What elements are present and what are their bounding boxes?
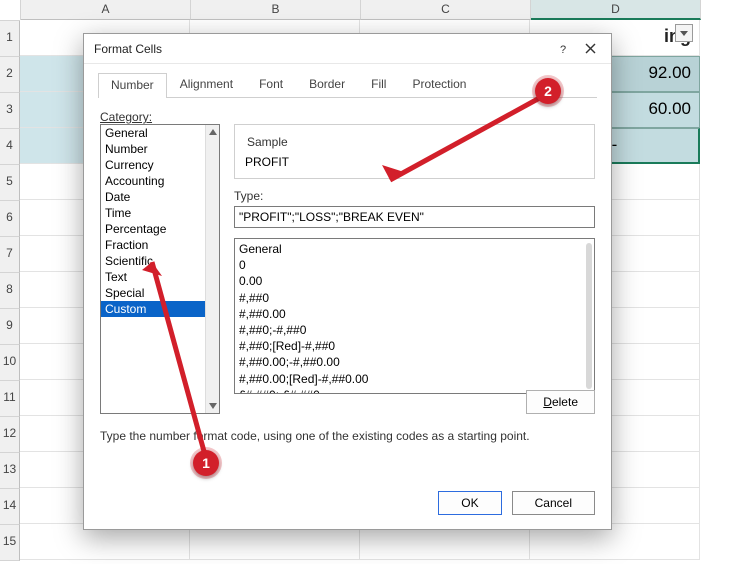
- chevron-down-icon: [208, 401, 218, 411]
- format-item[interactable]: General: [239, 241, 590, 257]
- titlebar[interactable]: Format Cells ?: [84, 34, 611, 64]
- category-item[interactable]: Scientific: [101, 253, 205, 269]
- format-item[interactable]: #,##0.00;[Red]-#,##0.00: [239, 371, 590, 387]
- format-item[interactable]: #,##0: [239, 290, 590, 306]
- tab-protection[interactable]: Protection: [399, 72, 479, 97]
- sample-group: Sample PROFIT: [234, 124, 595, 179]
- col-header-d[interactable]: D: [531, 0, 701, 20]
- row-header[interactable]: 5: [0, 165, 20, 201]
- category-item[interactable]: Special: [101, 285, 205, 301]
- close-icon: [585, 43, 596, 54]
- row-header[interactable]: 15: [0, 525, 20, 561]
- help-button[interactable]: ?: [551, 38, 577, 60]
- row-headers: 1 2 3 4 5 6 7 8 9 10 11 12 13 14 15: [0, 20, 20, 564]
- row-header[interactable]: 1: [0, 21, 20, 57]
- sample-value: PROFIT: [243, 152, 586, 170]
- col-header-b[interactable]: B: [191, 0, 361, 20]
- ok-button[interactable]: OK: [438, 491, 501, 515]
- format-item[interactable]: #,##0.00: [239, 306, 590, 322]
- tab-bar: Number Alignment Font Border Fill Protec…: [84, 64, 611, 97]
- category-item[interactable]: Number: [101, 141, 205, 157]
- tab-font[interactable]: Font: [246, 72, 296, 97]
- category-item[interactable]: Currency: [101, 157, 205, 173]
- row-header[interactable]: 11: [0, 381, 20, 417]
- help-icon: ?: [558, 43, 570, 55]
- format-cells-dialog: Format Cells ? Number Alignment Font Bor…: [83, 33, 612, 530]
- format-item[interactable]: 0: [239, 257, 590, 273]
- category-list[interactable]: General Number Currency Accounting Date …: [100, 124, 220, 414]
- delete-button[interactable]: Delete: [526, 390, 595, 414]
- category-item-custom[interactable]: Custom: [101, 301, 205, 317]
- tab-number[interactable]: Number: [98, 73, 167, 98]
- sample-label: Sample: [243, 135, 292, 149]
- dialog-title: Format Cells: [94, 42, 162, 56]
- row-header[interactable]: 2: [0, 57, 20, 93]
- annotation-callout-1: 1: [193, 450, 219, 476]
- tab-border[interactable]: Border: [296, 72, 358, 97]
- format-item[interactable]: #,##0.00;-#,##0.00: [239, 354, 590, 370]
- chevron-up-icon: [208, 127, 218, 137]
- tab-alignment[interactable]: Alignment: [167, 72, 246, 97]
- category-label: Category:: [100, 110, 595, 124]
- category-item[interactable]: Date: [101, 189, 205, 205]
- format-code-list[interactable]: General 0 0.00 #,##0 #,##0.00 #,##0;-#,#…: [234, 238, 595, 394]
- format-item[interactable]: #,##0;[Red]-#,##0: [239, 338, 590, 354]
- category-item[interactable]: Fraction: [101, 237, 205, 253]
- annotation-callout-2: 2: [535, 78, 561, 104]
- close-button[interactable]: [577, 38, 603, 60]
- row-header[interactable]: 6: [0, 201, 20, 237]
- row-header[interactable]: 14: [0, 489, 20, 525]
- chevron-down-icon: [679, 28, 689, 38]
- svg-text:?: ?: [560, 44, 566, 55]
- tab-fill[interactable]: Fill: [358, 72, 399, 97]
- category-item[interactable]: Text: [101, 269, 205, 285]
- scrollbar-thumb[interactable]: [586, 243, 592, 389]
- row-header[interactable]: 7: [0, 237, 20, 273]
- row-header[interactable]: 9: [0, 309, 20, 345]
- row-header[interactable]: 13: [0, 453, 20, 489]
- category-item[interactable]: General: [101, 125, 205, 141]
- row-header[interactable]: 8: [0, 273, 20, 309]
- cancel-button[interactable]: Cancel: [512, 491, 595, 515]
- type-label: Type:: [234, 189, 595, 203]
- format-item[interactable]: 0.00: [239, 273, 590, 289]
- scrollbar[interactable]: [205, 125, 219, 413]
- format-item[interactable]: #,##0;-#,##0: [239, 322, 590, 338]
- row-header[interactable]: 12: [0, 417, 20, 453]
- category-item[interactable]: Percentage: [101, 221, 205, 237]
- type-input[interactable]: [234, 206, 595, 228]
- row-header[interactable]: 4: [0, 129, 20, 165]
- row-header[interactable]: 10: [0, 345, 20, 381]
- row-header[interactable]: 3: [0, 93, 20, 129]
- col-header-c[interactable]: C: [361, 0, 531, 20]
- format-hint-text: Type the number format code, using one o…: [100, 429, 595, 443]
- filter-dropdown-button[interactable]: [675, 24, 693, 42]
- col-header-a[interactable]: A: [21, 0, 191, 20]
- category-item[interactable]: Time: [101, 205, 205, 221]
- column-headers: A B C D: [20, 0, 750, 20]
- category-item[interactable]: Accounting: [101, 173, 205, 189]
